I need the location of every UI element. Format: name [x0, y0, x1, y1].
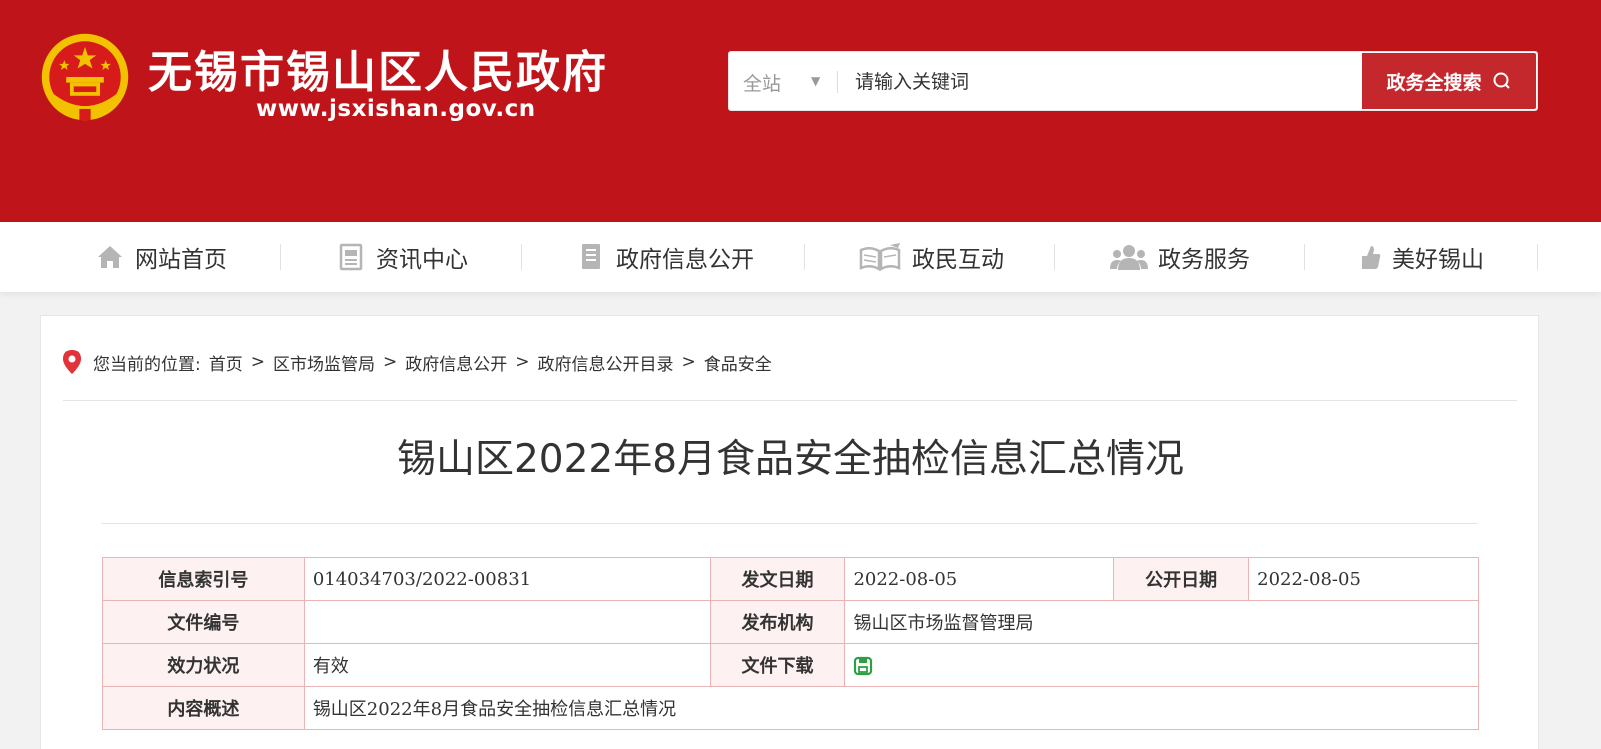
validity-value: 有效: [303, 643, 711, 687]
nav-divider: [804, 244, 805, 270]
table-row: 文件编号 发布机构 锡山区市场监督管理局: [102, 600, 1479, 644]
main-nav: 网站首页 资讯中心 政府信息公开 政民互动 政务服务 美好锡山: [0, 222, 1601, 292]
breadcrumb-prefix: 您当前的位置:: [93, 354, 201, 375]
index-value: 014034703/2022-00831: [303, 557, 711, 601]
publisher-value: 锡山区市场监督管理局: [844, 600, 1479, 644]
scope-divider: [837, 71, 838, 93]
summary-value: 锡山区2022年8月食品安全抽检信息汇总情况: [303, 686, 1480, 730]
save-download-icon[interactable]: [853, 656, 873, 676]
nav-divider: [1054, 244, 1055, 270]
issue-date-value: 2022-08-05: [844, 557, 1115, 601]
site-title[interactable]: 无锡市锡山区人民政府: [148, 36, 608, 100]
index-label: 信息索引号: [102, 557, 305, 601]
validity-label: 效力状况: [102, 643, 305, 687]
nav-divider: [521, 244, 522, 270]
location-pin-icon: [63, 350, 81, 374]
table-row: 信息索引号 014034703/2022-00831 发文日期 2022-08-…: [102, 557, 1479, 601]
nav-divider: [1304, 244, 1305, 270]
nav-item-label: 政府信息公开: [616, 247, 754, 273]
breadcrumb-separator: >: [382, 352, 398, 372]
nav-item-news[interactable]: 资讯中心: [336, 222, 468, 292]
site-url: www.jsxishan.gov.cn: [256, 96, 536, 122]
breadcrumb-separator: >: [250, 352, 265, 372]
nav-divider: [1537, 244, 1538, 270]
summary-label: 内容概述: [102, 686, 305, 730]
breadcrumb-home[interactable]: 首页: [209, 350, 243, 375]
public-date-value: 2022-08-05: [1248, 557, 1479, 601]
nav-item-label: 资讯中心: [376, 247, 468, 273]
breadcrumb-divider: [63, 400, 1517, 401]
breadcrumb-gov-info-catalog[interactable]: 政府信息公开目录: [537, 350, 673, 375]
breadcrumb-food-safety[interactable]: 食品安全: [704, 350, 772, 375]
nav-item-home[interactable]: 网站首页: [95, 222, 227, 292]
public-date-label: 公开日期: [1113, 557, 1250, 601]
nav-item-services[interactable]: 政务服务: [1110, 222, 1250, 292]
breadcrumb-separator: >: [515, 352, 530, 372]
chevron-down-icon[interactable]: ▼: [811, 74, 820, 88]
nav-item-beautiful-xishan[interactable]: 美好锡山: [1358, 222, 1484, 292]
search-icon: [1493, 72, 1510, 89]
people-icon: [1110, 245, 1148, 270]
file-icon: [582, 244, 600, 269]
site-header: 无锡市锡山区人民政府 www.jsxishan.gov.cn 全站 ▼ 政务全搜…: [0, 0, 1601, 222]
download-label: 文件下载: [709, 643, 846, 687]
nav-item-label: 美好锡山: [1392, 247, 1484, 273]
search-button-label: 政务全搜索: [1386, 71, 1482, 94]
title-divider: [101, 523, 1478, 524]
table-row: 内容概述 锡山区2022年8月食品安全抽检信息汇总情况: [102, 686, 1480, 730]
thumbs-up-icon: [1362, 246, 1381, 269]
nav-item-interaction[interactable]: 政民互动: [858, 222, 1004, 292]
issue-date-label: 发文日期: [709, 557, 846, 601]
doc-number-label: 文件编号: [102, 600, 305, 644]
breadcrumb-gov-info[interactable]: 政府信息公开: [405, 350, 507, 375]
page-title: 锡山区2022年8月食品安全抽检信息汇总情况: [396, 437, 1185, 482]
breadcrumb-separator: >: [681, 352, 696, 372]
publisher-label: 发布机构: [709, 600, 846, 644]
document-meta-table: 信息索引号 014034703/2022-00831 发文日期 2022-08-…: [102, 557, 1480, 730]
national-emblem-icon[interactable]: [38, 30, 132, 124]
nav-item-label: 政务服务: [1158, 247, 1250, 273]
content-panel: 您当前的位置: 首页 > 区市场监管局 > 政府信息公开 > 政府信息公开目录 …: [40, 315, 1539, 749]
download-cell: [844, 643, 1479, 687]
document-icon: [339, 243, 363, 271]
search-scope-select[interactable]: 全站: [743, 69, 781, 96]
nav-item-label: 政民互动: [912, 247, 1004, 273]
search-input[interactable]: [855, 66, 1325, 98]
breadcrumb: 您当前的位置: 首页 > 区市场监管局 > 政府信息公开 > 政府信息公开目录 …: [63, 346, 772, 378]
breadcrumb-market-bureau[interactable]: 区市场监管局: [273, 350, 375, 375]
table-row: 效力状况 有效 文件下载: [102, 643, 1479, 687]
nav-item-gov-info[interactable]: 政府信息公开: [576, 222, 754, 292]
home-icon: [98, 246, 122, 268]
nav-item-label: 网站首页: [135, 247, 227, 273]
doc-number-value: [303, 600, 711, 644]
nav-divider: [280, 244, 281, 270]
search-button[interactable]: 政务全搜索: [1362, 53, 1536, 109]
search-bar: 全站 ▼ 政务全搜索: [728, 51, 1538, 111]
open-book-icon: [859, 243, 901, 272]
